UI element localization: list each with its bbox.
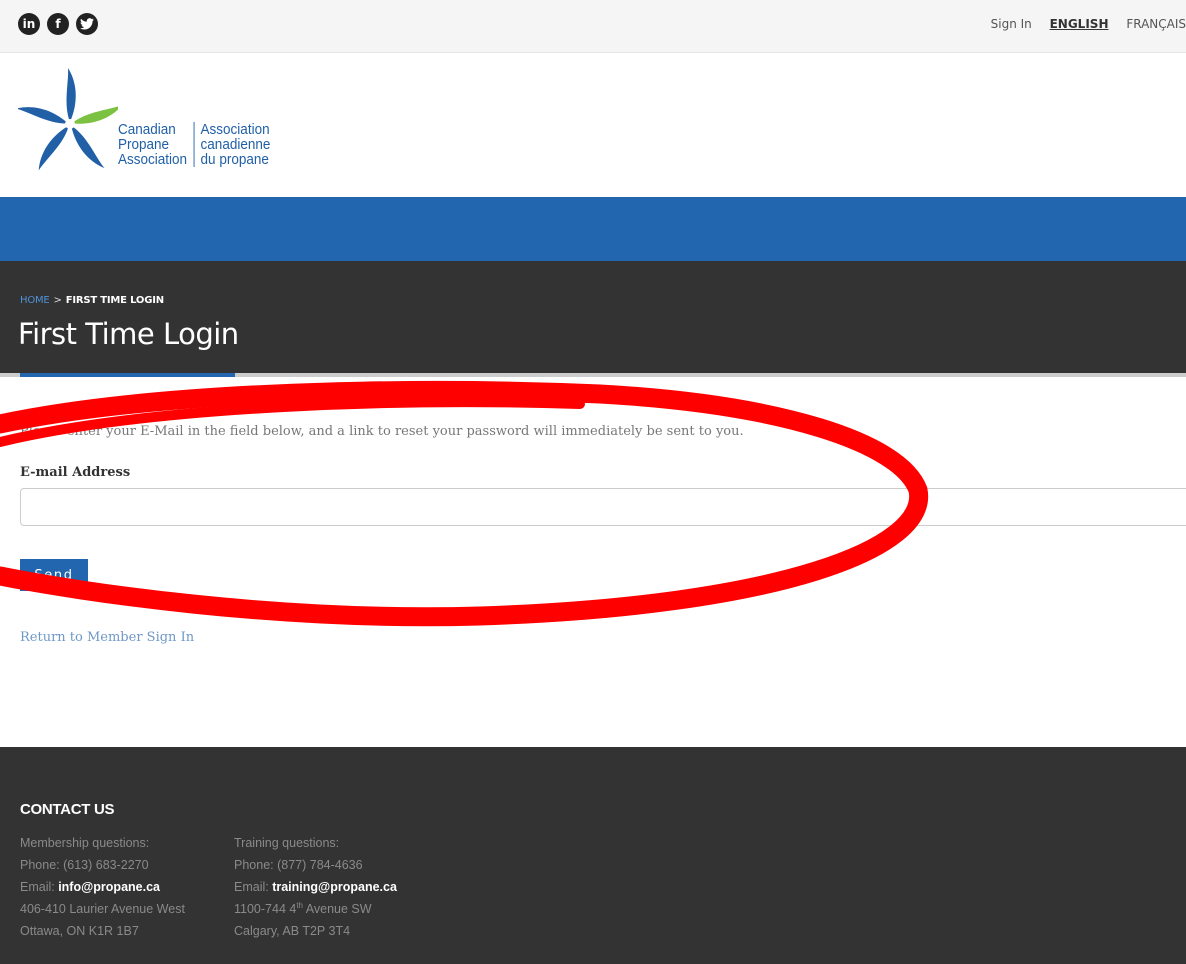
- social-links: in f: [18, 13, 98, 35]
- page-header: HOME > FIRST TIME LOGIN First Time Login: [0, 261, 1186, 373]
- twitter-icon[interactable]: [76, 13, 98, 35]
- breadcrumb-home-link[interactable]: HOME: [20, 295, 50, 306]
- twitter-bird-glyph: [80, 18, 94, 30]
- membership-email-line: Email: info@propane.ca: [20, 876, 185, 898]
- instruction-text: Please enter your E-Mail in the field be…: [20, 424, 744, 439]
- main-navigation-bar: [0, 197, 1186, 261]
- top-bar: in f Sign In ENGLISH FRANÇAIS: [0, 0, 1186, 53]
- logo-wordmark-french: Association canadienne du propane: [194, 121, 271, 168]
- language-french-link[interactable]: FRANÇAIS: [1126, 17, 1186, 31]
- training-address-part: Avenue SW: [303, 902, 372, 916]
- footer-contact-title: CONTACT US: [20, 801, 115, 818]
- training-email-line: Email: training@propane.ca: [234, 876, 397, 898]
- membership-address-line2: Ottawa, ON K1R 1B7: [20, 924, 139, 938]
- logo-line: canadienne: [200, 136, 271, 153]
- email-label: E-mail Address: [20, 465, 131, 480]
- footer-training-contact: Training questions: Phone: (877) 784-463…: [234, 832, 397, 942]
- site-logo[interactable]: Canadian Propane Association Association…: [18, 66, 288, 186]
- send-button[interactable]: Send: [20, 559, 88, 591]
- logo-line: Association: [200, 121, 270, 138]
- email-input[interactable]: [20, 488, 1186, 526]
- star-flower-logo-icon: [18, 68, 118, 171]
- logo-wordmark-english: Canadian Propane Association: [118, 121, 195, 168]
- training-address-part: 1100-744 4: [234, 902, 297, 916]
- training-email-link[interactable]: training@propane.ca: [272, 880, 397, 894]
- training-address-line1: 1100-744 4th Avenue SW: [234, 898, 397, 920]
- header-underline-accent: [20, 373, 235, 377]
- page-title: First Time Login: [18, 317, 239, 351]
- training-heading: Training questions:: [234, 836, 340, 850]
- language-english-link[interactable]: ENGLISH: [1050, 17, 1109, 31]
- facebook-icon[interactable]: f: [47, 13, 69, 35]
- footer: CONTACT US Membership questions: Phone: …: [0, 747, 1186, 964]
- logo-line: Canadian: [118, 121, 176, 138]
- breadcrumb: HOME > FIRST TIME LOGIN: [20, 295, 164, 306]
- logo-line: Propane: [118, 136, 170, 153]
- training-phone: Phone: (877) 784-4636: [234, 858, 363, 872]
- sign-in-link[interactable]: Sign In: [991, 17, 1032, 31]
- breadcrumb-separator: >: [53, 295, 62, 306]
- header-underline: [0, 373, 1186, 377]
- membership-address-line1: 406-410 Laurier Avenue West: [20, 902, 185, 916]
- membership-heading: Membership questions:: [20, 836, 150, 850]
- training-email-prefix: Email:: [234, 880, 273, 894]
- linkedin-icon[interactable]: in: [18, 13, 40, 35]
- membership-phone: Phone: (613) 683-2270: [20, 858, 149, 872]
- membership-email-prefix: Email:: [20, 880, 59, 894]
- breadcrumb-current: FIRST TIME LOGIN: [65, 295, 164, 306]
- top-links: Sign In ENGLISH FRANÇAIS: [977, 17, 1186, 31]
- training-address-sup: th: [296, 900, 303, 910]
- logo-line: Association: [118, 151, 188, 168]
- return-to-sign-in-link[interactable]: Return to Member Sign In: [20, 630, 194, 645]
- membership-email-link[interactable]: info@propane.ca: [58, 880, 160, 894]
- logo-line: du propane: [200, 151, 269, 168]
- footer-membership-contact: Membership questions: Phone: (613) 683-2…: [20, 832, 185, 942]
- logo-wordmark: Canadian Propane Association Association…: [118, 122, 270, 167]
- training-address-line2: Calgary, AB T2P 3T4: [234, 924, 351, 938]
